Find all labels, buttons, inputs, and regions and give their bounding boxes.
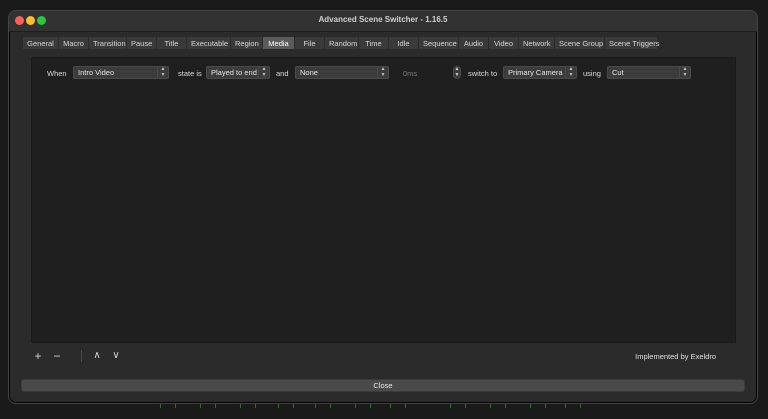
tab-executable[interactable]: Executable	[186, 36, 230, 50]
meter-tick	[315, 404, 331, 408]
meter-tick	[278, 404, 294, 408]
meter-tick	[355, 404, 371, 408]
settings-window: Advanced Scene Switcher - 1.16.5 General…	[8, 10, 758, 404]
media-source-select[interactable]: Intro Video ▴ ▾	[73, 66, 169, 79]
tab-transition[interactable]: Transition	[88, 36, 126, 50]
meter-tick	[530, 404, 546, 408]
tab-scene-group[interactable]: Scene Group	[554, 36, 604, 50]
move-up-icon[interactable]: ∧	[90, 349, 104, 363]
meter-tick	[565, 404, 581, 408]
chevron-up-down-icon: ▴ ▾	[258, 67, 269, 78]
media-rules-panel: When Intro Video ▴ ▾ state is Played to e…	[31, 57, 736, 343]
tab-general[interactable]: General	[22, 36, 58, 50]
tab-sequence[interactable]: Sequence	[418, 36, 458, 50]
audio-meter-strip	[160, 404, 600, 410]
tab-title[interactable]: Title	[156, 36, 186, 50]
meter-tick	[240, 404, 256, 408]
time-restriction-value: None	[300, 68, 318, 77]
close-button[interactable]: Close	[21, 379, 745, 392]
tab-pause[interactable]: Pause	[126, 36, 156, 50]
state-label: state is	[178, 69, 202, 78]
state-select[interactable]: Played to end ▴ ▾	[206, 66, 270, 79]
chevron-up-down-icon: ▴ ▾	[565, 67, 576, 78]
media-rule-row: When Intro Video ▴ ▾ state is Played to e…	[32, 66, 735, 80]
tab-video[interactable]: Video	[488, 36, 518, 50]
time-stepper[interactable]: ▲ ▼	[453, 66, 461, 79]
meter-tick	[160, 404, 176, 408]
when-label: When	[47, 69, 67, 78]
target-scene-value: Primary Camera	[508, 68, 563, 77]
time-value[interactable]: 0ms	[403, 69, 417, 78]
tab-audio[interactable]: Audio	[458, 36, 488, 50]
tab-time[interactable]: Time	[358, 36, 388, 50]
chevron-up-down-icon: ▴ ▾	[157, 67, 168, 78]
meter-tick	[490, 404, 506, 408]
toolbar-divider	[81, 350, 82, 362]
add-icon[interactable]: +	[31, 349, 45, 363]
switch-to-label: switch to	[468, 69, 498, 78]
title-bar: Advanced Scene Switcher - 1.16.5	[9, 11, 757, 32]
meter-tick	[200, 404, 216, 408]
transition-select[interactable]: Cut ▴ ▾	[607, 66, 691, 79]
tab-macro[interactable]: Macro	[58, 36, 88, 50]
tab-idle[interactable]: Idle	[388, 36, 418, 50]
using-label: using	[583, 69, 601, 78]
tab-random[interactable]: Random	[324, 36, 358, 50]
target-scene-select[interactable]: Primary Camera ▴ ▾	[503, 66, 577, 79]
transition-value: Cut	[612, 68, 624, 77]
chevron-up-down-icon: ▴ ▾	[377, 67, 388, 78]
time-restriction-select[interactable]: None ▴ ▾	[295, 66, 389, 79]
implemented-by-text: Implemented by Exeldro	[635, 352, 716, 361]
move-down-icon[interactable]: ∨	[109, 349, 123, 363]
window-title: Advanced Scene Switcher - 1.16.5	[318, 15, 448, 24]
tab-network[interactable]: Network	[518, 36, 554, 50]
meter-tick	[390, 404, 406, 408]
media-source-value: Intro Video	[78, 68, 115, 77]
tab-file[interactable]: File	[294, 36, 324, 50]
tab-media[interactable]: Media	[262, 36, 294, 50]
meter-tick	[450, 404, 466, 408]
rule-toolbar: + − ∧ ∨ Implemented by Exeldro	[31, 349, 734, 365]
chevron-up-down-icon: ▴ ▾	[679, 67, 690, 78]
and-label: and	[276, 69, 289, 78]
tab-region[interactable]: Region	[230, 36, 262, 50]
tab-scene-triggers[interactable]: Scene Triggers	[604, 36, 659, 50]
remove-icon[interactable]: −	[50, 349, 64, 363]
tab-bar: General Macro Transition Pause Title Executab…	[22, 36, 659, 50]
state-value: Played to end	[211, 68, 257, 77]
